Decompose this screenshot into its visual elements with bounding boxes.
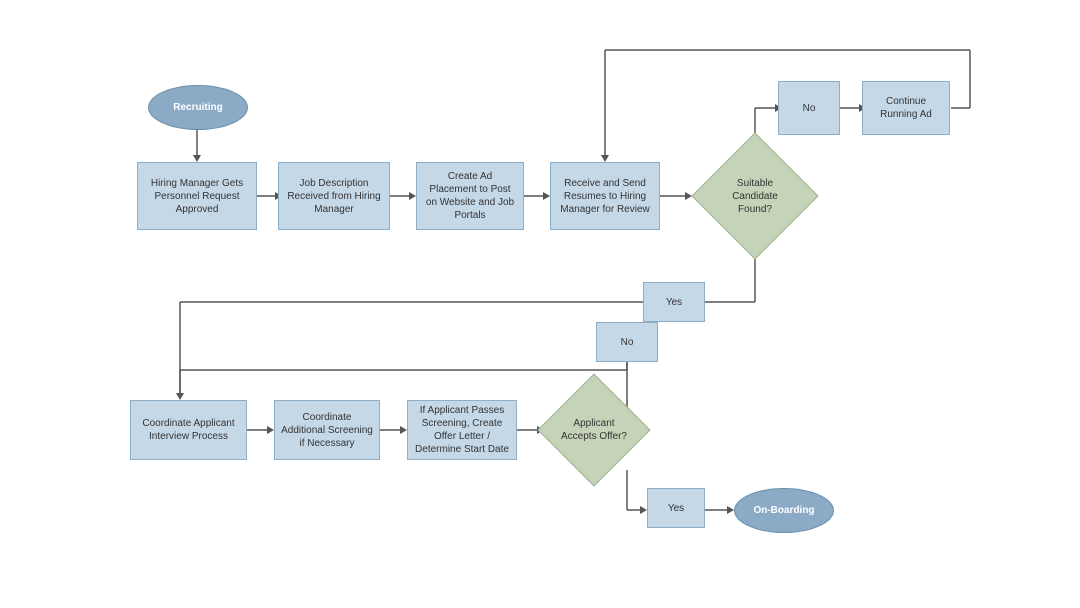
node-job-description: Job Description Received from Hiring Man… (278, 162, 390, 230)
node-yes-suitable: Yes (643, 282, 705, 322)
node-hiring-manager: Hiring Manager Gets Personnel Request Ap… (137, 162, 257, 230)
node-no-suitable: No (778, 81, 840, 135)
node-recruiting: Recruiting (148, 85, 248, 130)
node-applicant-accepts: Applicant Accepts Offer? (544, 390, 644, 470)
node-onboarding: On-Boarding (734, 488, 834, 533)
node-coordinate-interview: Coordinate Applicant Interview Process (130, 400, 247, 460)
node-continue-ad: Continue Running Ad (862, 81, 950, 135)
node-offer-letter: If Applicant Passes Screening, Create Of… (407, 400, 517, 460)
flowchart: Recruiting Hiring Manager Gets Personnel… (0, 0, 1080, 608)
node-receive-resumes: Receive and Send Resumes to Hiring Manag… (550, 162, 660, 230)
node-yes-accept: Yes (647, 488, 705, 528)
node-no-accept: No (596, 322, 658, 362)
node-create-ad: Create Ad Placement to Post on Website a… (416, 162, 524, 230)
node-suitable-candidate: Suitable Candidate Found? (692, 150, 818, 242)
node-coordinate-screening: Coordinate Additional Screening if Neces… (274, 400, 380, 460)
